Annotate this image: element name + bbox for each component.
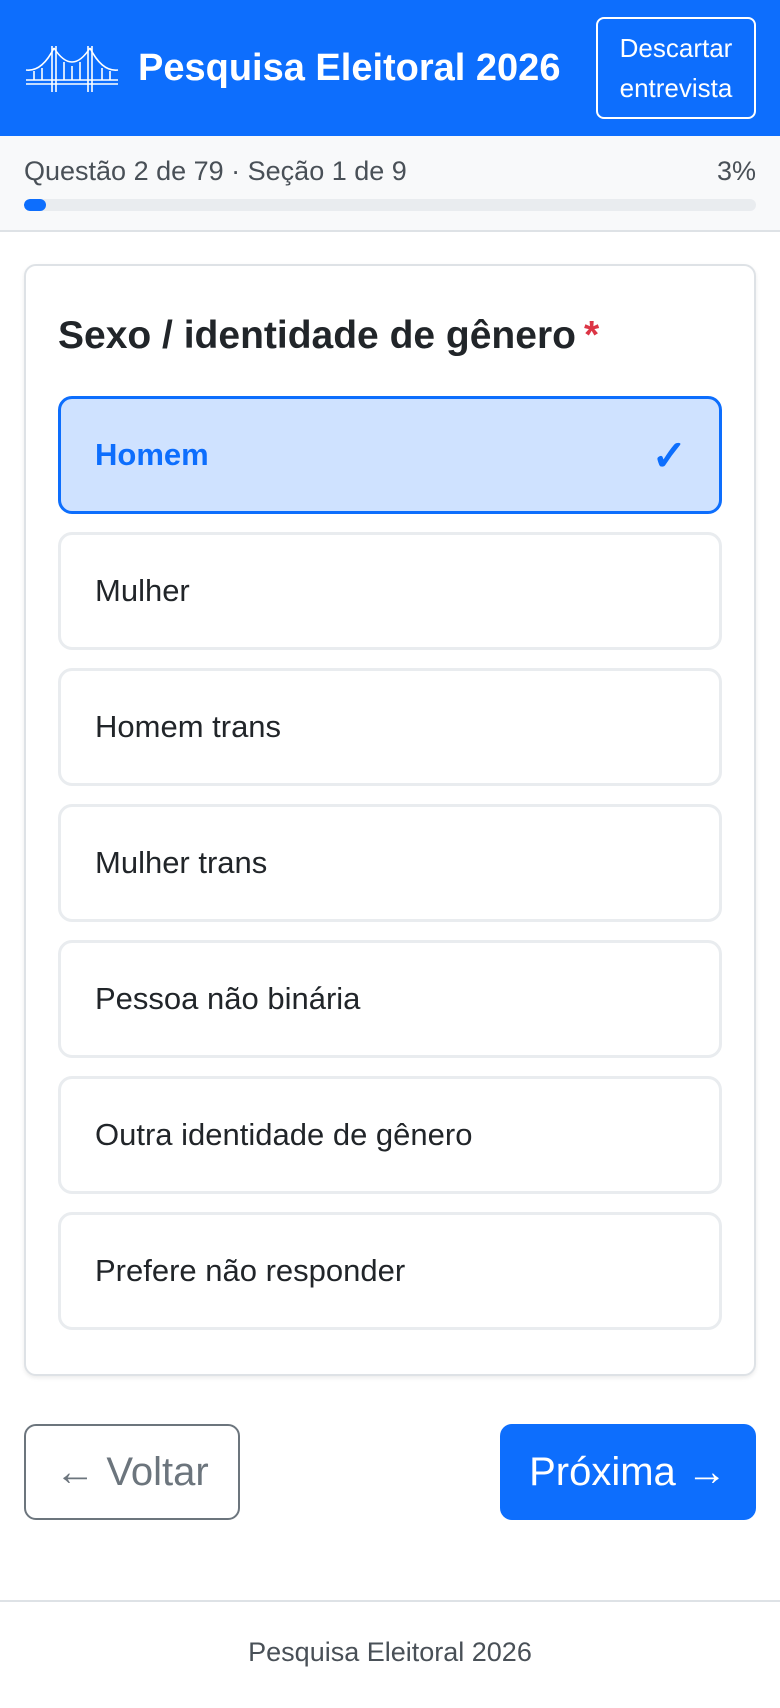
option-label: Mulher [95, 573, 190, 608]
discard-label-line2: entrevista [619, 73, 733, 103]
progress-percent: 3% [716, 156, 756, 186]
option-label: Pessoa não binária [95, 981, 361, 1016]
discard-label-line1: Descartar [619, 33, 733, 63]
option-homem-trans[interactable]: Homem trans [58, 668, 722, 786]
option-homem[interactable]: Homem ✓ [58, 396, 722, 514]
option-outra-identidade[interactable]: Outra identidade de gênero [58, 1076, 722, 1194]
option-label: Mulher trans [95, 845, 268, 880]
footer: Pesquisa Eleitoral 2026 [0, 1600, 780, 1708]
option-prefere-nao-responder[interactable]: Prefere não responder [58, 1212, 722, 1330]
app-title: Pesquisa Eleitoral 2026 [138, 46, 561, 89]
question-text: Sexo / identidade de gênero [58, 314, 576, 357]
option-mulher[interactable]: Mulher [58, 532, 722, 650]
next-button[interactable]: Próxima → [500, 1424, 756, 1520]
progress-bar-fill [24, 199, 46, 211]
option-pessoa-nao-binaria[interactable]: Pessoa não binária [58, 940, 722, 1058]
checkmark-icon: ✓ [651, 431, 687, 479]
bridge-icon [25, 46, 119, 92]
question-title: Sexo / identidade de gênero * [58, 306, 722, 366]
footer-text: Pesquisa Eleitoral 2026 [248, 1636, 532, 1667]
progress-area: Questão 2 de 79 · Seção 1 de 9 3% [0, 136, 780, 232]
option-label: Homem trans [95, 709, 282, 744]
option-label: Prefere não responder [95, 1253, 406, 1288]
progress-label: Questão 2 de 79 · Seção 1 de 9 [24, 156, 407, 186]
required-mark: * [583, 314, 600, 357]
option-label: Outra identidade de gênero [95, 1117, 473, 1152]
progress-bar [24, 199, 756, 211]
discard-interview-button[interactable]: Descartar entrevista [596, 17, 756, 119]
question-card: Sexo / identidade de gênero * Homem ✓ Mul… [24, 264, 756, 1376]
back-button[interactable]: ← Voltar [24, 1424, 240, 1520]
app-header: Pesquisa Eleitoral 2026 Descartar entrev… [0, 0, 780, 136]
option-label: Homem [95, 437, 209, 472]
option-mulher-trans[interactable]: Mulher trans [58, 804, 722, 922]
